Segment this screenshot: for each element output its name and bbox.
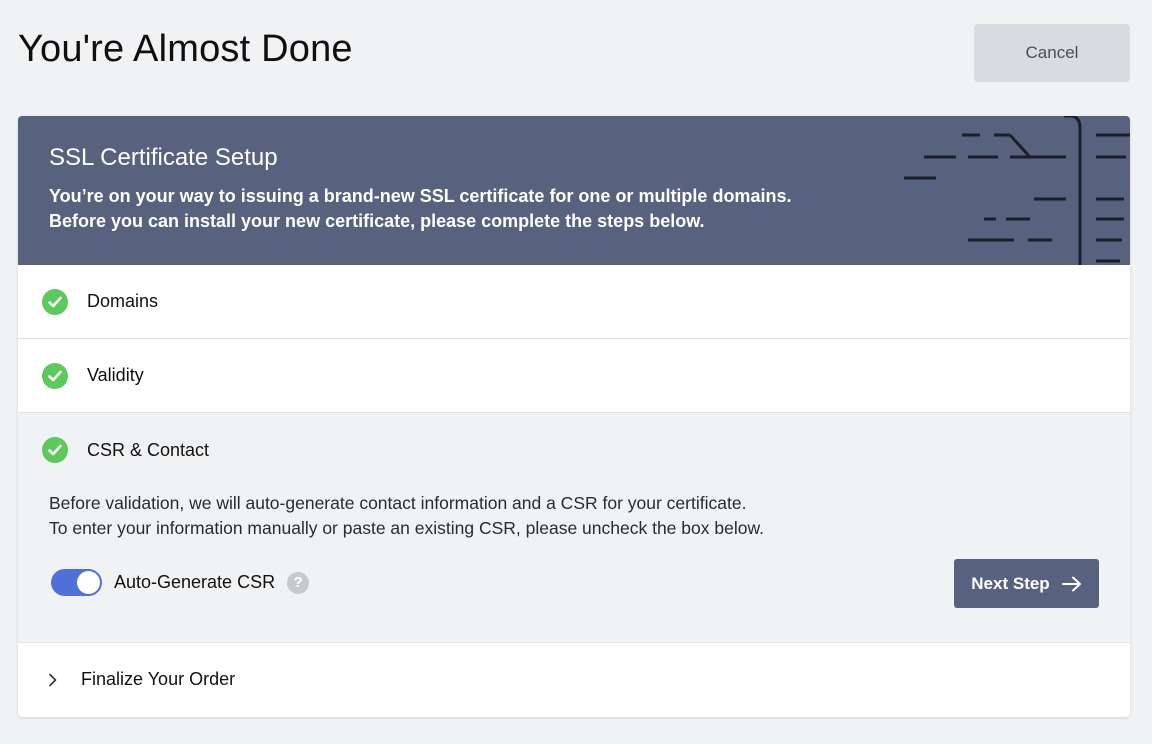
arrow-right-icon <box>1061 576 1081 591</box>
code-decoration-icon <box>904 116 1130 265</box>
banner-description: You’re on your way to issuing a brand-ne… <box>49 184 791 234</box>
banner-title: SSL Certificate Setup <box>49 144 278 171</box>
banner-line-1: You’re on your way to issuing a brand-ne… <box>49 186 792 206</box>
step-label: Domains <box>87 291 159 311</box>
step-csr-header[interactable]: CSR & Contact <box>18 413 1130 487</box>
cancel-button[interactable]: Cancel <box>974 24 1130 82</box>
csr-desc-line-2: To enter your information manually or pa… <box>49 518 764 538</box>
check-circle-icon <box>42 288 68 315</box>
step-label: CSR & Contact <box>87 439 210 460</box>
step-domains[interactable]: Domains <box>18 265 1130 339</box>
setup-card: SSL Certificate Setup You’re on your way… <box>18 116 1130 717</box>
step-csr-contact: CSR & Contact Before validation, we will… <box>18 413 1130 643</box>
check-circle-icon <box>42 362 68 389</box>
check-circle-icon <box>42 437 68 463</box>
csr-desc-line-1: Before validation, we will auto-generate… <box>49 493 747 513</box>
help-icon[interactable]: ? <box>287 571 310 594</box>
banner-line-2: Before you can install your new certific… <box>49 211 705 231</box>
csr-description: Before validation, we will auto-generate… <box>49 491 764 541</box>
step-label: Validity <box>87 365 144 385</box>
page-title: You're Almost Done <box>18 28 353 70</box>
toggle-label: Auto-Generate CSR <box>114 572 276 592</box>
next-step-button[interactable]: Next Step <box>954 559 1099 608</box>
auto-generate-csr-control: Auto-Generate CSR ? <box>51 569 310 596</box>
step-validity[interactable]: Validity <box>18 339 1130 413</box>
setup-banner: SSL Certificate Setup You’re on your way… <box>18 116 1130 265</box>
chevron-right-icon <box>49 673 57 686</box>
next-step-label: Next Step <box>971 573 1050 593</box>
step-label: Finalize Your Order <box>81 669 236 689</box>
toggle-knob <box>77 571 100 594</box>
auto-generate-csr-toggle[interactable] <box>51 569 102 596</box>
step-finalize-order[interactable]: Finalize Your Order <box>18 643 1130 716</box>
